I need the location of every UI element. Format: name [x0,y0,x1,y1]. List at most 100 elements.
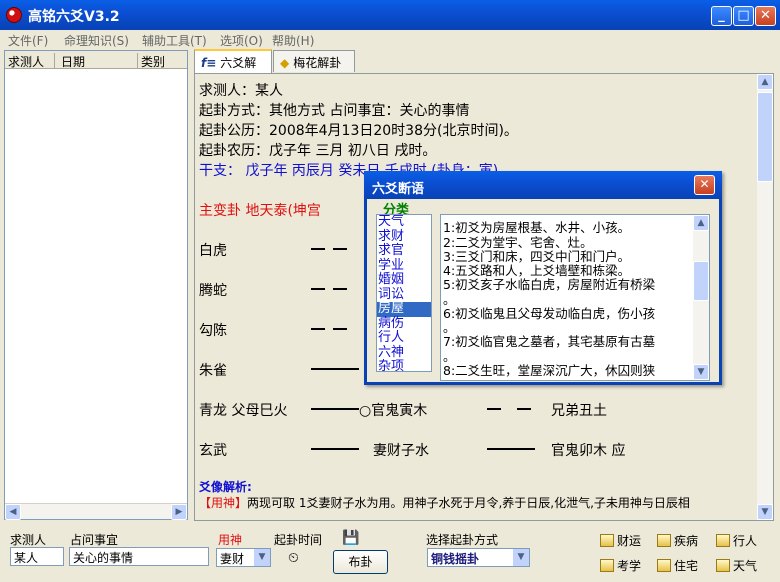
scroll-right-icon[interactable]: ▶ [171,504,187,520]
liuyao-verdict-dialog[interactable]: 六爻断语 ✕ 分类 天气 求财 求官 学业 婚姻 词讼 房屋 病伤 行人 六神 … [364,171,722,385]
document-icon [716,559,730,572]
analysis-tag: 【用神】 [199,496,248,510]
scroll-up-icon[interactable]: ▲ [757,74,773,90]
category-item[interactable]: 学业 [377,258,431,274]
tab-liuyao[interactable]: f≡六爻解卦 [194,49,272,87]
analysis-line: 【用神】两现可取 1爻妻财子水为用。用神子水死于月令,养于日辰,化泄气,子未用神… [199,494,690,511]
yao-label-zhuque: 朱雀 [199,363,227,379]
scroll-up-icon[interactable]: ▲ [693,215,709,231]
scroll-down-icon[interactable]: ▼ [693,364,709,380]
quick-exam-button[interactable]: 考学 [600,557,641,574]
yang-line [311,368,359,370]
yang-line [487,448,535,450]
menu-bar: 文件(F) 命理知识(S) 辅助工具(T) 选项(O) 帮助(H) [0,30,780,49]
time-label: 起卦时间 [274,533,323,547]
matter-label: 占问事宜 [70,533,119,547]
menu-knowledge[interactable]: 命理知识(S) [64,32,129,49]
reading-vscrollbar[interactable]: ▲ ▼ [757,74,773,520]
save-icon[interactable]: 💾 [342,530,359,546]
yin-line [311,328,325,330]
diamond-icon: ◆ [280,56,290,70]
category-list[interactable]: 天气 求财 求官 学业 婚姻 词讼 房屋 病伤 行人 六神 杂项 [376,214,432,372]
chevron-down-icon[interactable]: ▼ [254,549,270,566]
menu-tools[interactable]: 辅助工具(T) [142,32,207,49]
menu-file[interactable]: 文件(F) [8,32,48,49]
category-item-selected[interactable]: 房屋 [377,302,431,317]
analysis-text: 两现可取 1爻妻财子水为用。用神子水死于月令,养于日辰,化泄气,子未用神与日辰相 [247,496,690,510]
asker-input[interactable]: 某人 [10,547,64,566]
yao-label-gouchen: 勾陈 [199,323,227,339]
col-asker[interactable]: 求测人 [5,53,55,69]
app-icon[interactable] [6,7,22,23]
verdict-line: 5:初爻亥子水临白虎，房屋附近有桥梁 [443,277,656,292]
col-date[interactable]: 日期 [58,53,138,69]
category-item[interactable]: 六神 [377,345,431,361]
category-item[interactable]: 行人 [377,331,431,346]
method-line: 起卦方式：其他方式 占问事宜：关心的事情 [199,103,470,119]
dialog-title: 六爻断语 [364,171,722,199]
col-category[interactable]: 类别 [138,53,187,69]
quick-house-button[interactable]: 住宅 [657,557,698,574]
document-icon [716,534,730,547]
quick-weather-button[interactable]: 天气 [716,557,757,574]
asker-label: 求测人 [10,533,47,547]
yin-line [333,328,347,330]
method-select[interactable]: 铜钱摇卦 ▼ [427,548,530,567]
yongshen-value: 妻财 [220,552,245,566]
matter-input[interactable]: 关心的事情 [69,547,209,566]
close-button[interactable]: ✕ [755,6,776,26]
method-value: 铜钱摇卦 [431,552,480,566]
minimize-button[interactable]: _ [711,6,732,26]
document-icon [600,559,614,572]
yao-mid-qicai: 妻财子水 [373,443,429,459]
verdict-line: 8:二爻生旺，堂屋深沉广大，休囚则狭 [443,363,656,378]
yao-label-tengshe: 腾蛇 [199,283,227,299]
dialog-close-button[interactable]: ✕ [694,175,715,195]
yao-right-xiongdi: 兄弟丑土 [551,403,607,419]
tab-meihua[interactable]: ◆ 梅花解卦 [273,50,355,72]
hexagram-line: 主变卦 地天泰(坤宫 [199,203,321,219]
yao-right-guangui: 官鬼卯木 应 [551,443,626,459]
yao-label-xuanwu: 玄武 [199,443,227,459]
verdict-line: 6:初爻临鬼且父母发动临白虎，伤小孩 [443,306,656,321]
yin-line [311,248,325,250]
yao-label-baihu: 白虎 [199,243,227,259]
category-item[interactable]: 求官 [377,244,431,259]
document-icon [600,534,614,547]
yin-line [333,248,347,250]
category-item[interactable]: 病伤 [377,316,431,332]
menu-options[interactable]: 选项(O) [220,32,263,49]
chevron-down-icon[interactable]: ▼ [513,549,529,566]
category-item[interactable]: 求财 [377,229,431,245]
maximize-button[interactable]: □ [733,6,754,26]
verdict-textbox[interactable]: 1:初爻为房屋根基、水井、小孩。 2:二爻为堂宇、宅舍、灶。 3:三爻门和床，四… [440,214,710,381]
scroll-down-icon[interactable]: ▼ [757,504,773,520]
scroll-thumb[interactable] [693,261,709,301]
yin-line [517,408,531,410]
list-hscrollbar[interactable]: ◀ ▶ [5,503,187,520]
analysis-title: 爻像解析: [199,480,252,494]
asker-line: 求测人：某人 [199,83,283,99]
category-item[interactable]: 杂项 [377,360,431,371]
record-list[interactable]: 求测人 日期 类别 ◀ ▶ [4,50,188,520]
clock-settings-icon[interactable]: ⏲ [288,550,299,566]
scroll-left-icon[interactable]: ◀ [5,504,21,520]
quick-wealth-button[interactable]: 财运 [600,532,641,549]
title-bar[interactable]: 高铭六爻V3.2 _ □ ✕ [0,0,780,30]
document-icon [657,534,671,547]
verdict-vscrollbar[interactable]: ▲ ▼ [693,215,709,380]
window-title: 高铭六爻V3.2 [28,9,120,25]
scroll-thumb[interactable] [757,92,773,182]
menu-help[interactable]: 帮助(H) [272,32,314,49]
quick-traveler-button[interactable]: 行人 [716,532,757,549]
quick-illness-button[interactable]: 疾病 [657,532,698,549]
category-item[interactable]: 婚姻 [377,273,431,288]
yao-label-qinglong: 青龙 父母巳火 [199,403,288,419]
yang-line [311,408,359,410]
category-item[interactable]: 词讼 [377,287,431,303]
document-icon [657,559,671,572]
list-header: 求测人 日期 类别 [5,51,187,69]
cast-button[interactable]: 布卦 [333,550,388,574]
yongshen-select[interactable]: 妻财 ▼ [216,548,271,567]
category-item[interactable]: 天气 [377,215,431,230]
